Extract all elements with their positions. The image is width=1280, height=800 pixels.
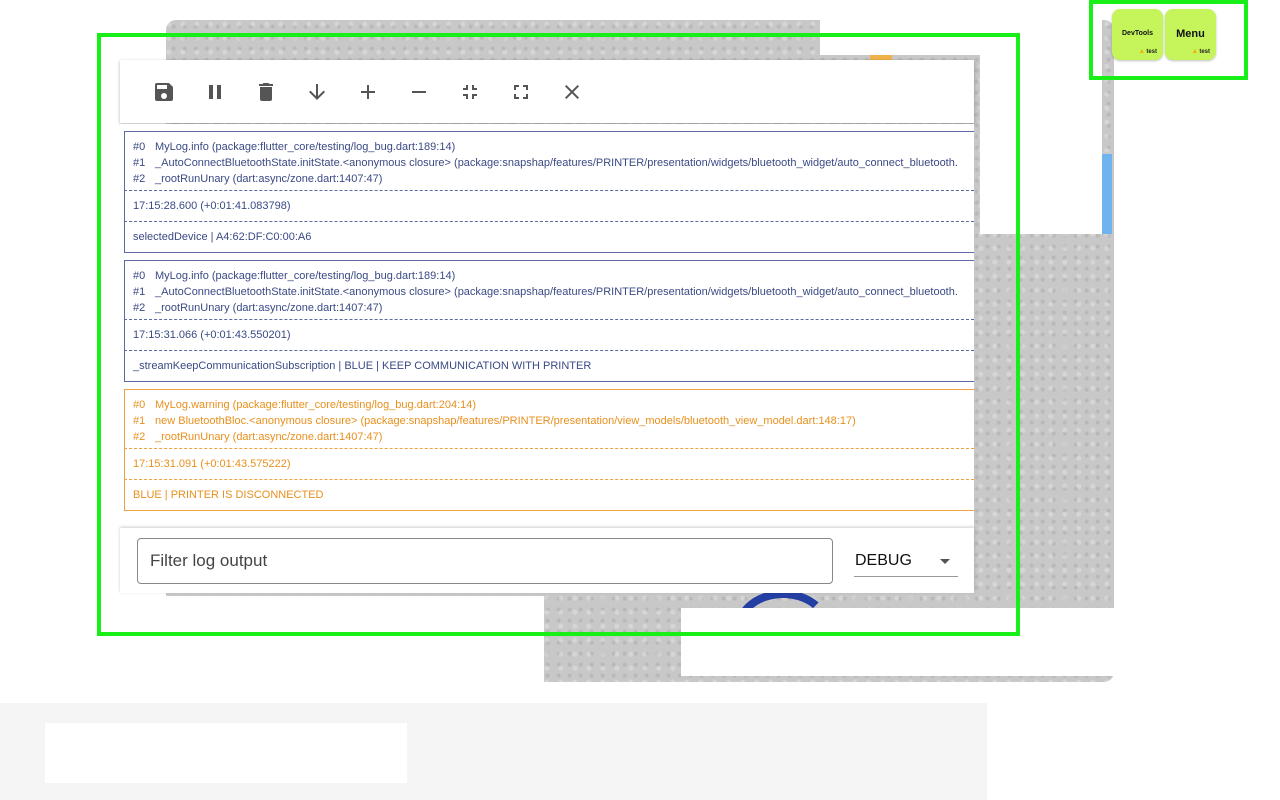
minus-icon: [412, 90, 426, 93]
collapse-icon: [463, 84, 477, 99]
stack-trace: #0 MyLog.info (package:flutter_core/testi…: [124, 261, 974, 319]
log-timestamp: 17:15:31.066 (+0:01:43.550201): [124, 320, 974, 350]
filter-input[interactable]: [137, 538, 833, 584]
log-level-dropdown[interactable]: DEBUG: [854, 548, 958, 577]
stack-index: #1: [133, 415, 146, 427]
background-panel: [980, 20, 1102, 234]
stack-line: #2 _rootRunUnary (dart:async/zone.dart:14…: [133, 429, 974, 445]
close-button[interactable]: [550, 72, 601, 112]
chevron-down-icon: [940, 559, 950, 564]
expand-button[interactable]: [499, 72, 550, 112]
delete-icon: [259, 82, 273, 101]
log-entry: #0 MyLog.info (package:flutter_core/testi…: [124, 131, 974, 253]
warning-icon: ▲: [1138, 48, 1146, 55]
warning-icon: ▲: [1191, 48, 1199, 55]
background-panel: [820, 20, 996, 55]
stack-trace: #0 MyLog.info (package:flutter_core/testi…: [124, 132, 974, 190]
bottom-card: [45, 723, 407, 783]
decrease-font-button[interactable]: [397, 72, 448, 112]
scroll-to-bottom-button[interactable]: [295, 72, 346, 112]
stack-trace: #0 MyLog.warning (package:flutter_core/te…: [124, 390, 974, 448]
plus-icon: [361, 84, 375, 99]
stack-text: _rootRunUnary (dart:async/zone.dart:1407…: [155, 302, 383, 314]
stack-line: #1 _AutoConnectBluetoothState.initState.<…: [133, 284, 974, 300]
divider: [124, 381, 974, 382]
log-entry: #0 MyLog.info (package:flutter_core/testi…: [124, 260, 974, 382]
log-message: selectedDevice | A4:62:DF:C0:00:A6: [124, 222, 974, 252]
devtools-button[interactable]: DevTools ▲test: [1112, 9, 1163, 60]
menu-badge-text: test: [1199, 49, 1210, 55]
stack-line: #2 _rootRunUnary (dart:async/zone.dart:14…: [133, 171, 974, 187]
logger-toolbar: [120, 60, 974, 123]
collapse-button[interactable]: [448, 72, 499, 112]
log-message: _streamKeepCommunicationSubscription | B…: [124, 351, 974, 381]
menu-button[interactable]: Menu ▲test: [1165, 9, 1216, 60]
stack-index: #1: [133, 157, 146, 169]
log-message: BLUE | PRINTER IS DISCONNECTED: [124, 480, 974, 510]
divider: [124, 252, 974, 253]
stack-line: #1 new BluetoothBloc.<anonymous closure> …: [133, 413, 974, 429]
pause-button[interactable]: [193, 72, 244, 112]
stack-line: #0 MyLog.info (package:flutter_core/testi…: [133, 139, 974, 155]
filter-bar: DEBUG: [120, 528, 974, 593]
devtools-badge-text: test: [1146, 49, 1157, 55]
stack-index: #2: [133, 173, 146, 185]
devtools-label: DevTools: [1122, 30, 1153, 37]
pause-icon: [209, 84, 221, 99]
delete-button[interactable]: [244, 72, 295, 112]
stack-index: #1: [133, 286, 146, 298]
stack-text: new BluetoothBloc.<anonymous closure> (p…: [155, 415, 856, 427]
stack-line: #1 _AutoConnectBluetoothState.initState.<…: [133, 155, 974, 171]
stack-line: #0 MyLog.info (package:flutter_core/testi…: [133, 268, 974, 284]
stack-index: #0: [133, 141, 146, 153]
save-icon: [155, 82, 173, 101]
background-panel: [681, 608, 1114, 676]
stack-line: #2 _rootRunUnary (dart:async/zone.dart:14…: [133, 300, 974, 316]
stack-index: #2: [133, 431, 146, 443]
close-icon: [565, 84, 579, 99]
arrow-down-icon: [309, 83, 325, 100]
menu-badge: ▲test: [1191, 48, 1210, 55]
log-output[interactable]: #0 MyLog.info (package:flutter_core/testi…: [120, 124, 974, 528]
divider: [124, 510, 974, 511]
stack-text: _AutoConnectBluetoothState.initState.<an…: [155, 286, 958, 298]
stack-text: _rootRunUnary (dart:async/zone.dart:1407…: [155, 431, 383, 443]
stack-text: MyLog.info (package:flutter_core/testing…: [155, 141, 456, 153]
background-panel: [166, 596, 544, 686]
log-timestamp: 17:15:28.600 (+0:01:41.083798): [124, 191, 974, 221]
stack-text: _AutoConnectBluetoothState.initState.<an…: [155, 157, 958, 169]
stack-line: #0 MyLog.warning (package:flutter_core/te…: [133, 397, 974, 413]
log-entry: #0 MyLog.warning (package:flutter_core/te…: [124, 389, 974, 511]
stack-text: _rootRunUnary (dart:async/zone.dart:1407…: [155, 173, 383, 185]
stack-index: #0: [133, 399, 146, 411]
stack-index: #0: [133, 270, 146, 282]
stack-index: #2: [133, 302, 146, 314]
stack-text: MyLog.info (package:flutter_core/testing…: [155, 270, 456, 282]
stack-text: MyLog.warning (package:flutter_core/test…: [155, 399, 477, 411]
log-timestamp: 17:15:31.091 (+0:01:43.575222): [124, 449, 974, 479]
log-level-value: DEBUG: [855, 552, 912, 569]
devtools-badge: ▲test: [1138, 48, 1157, 55]
menu-label: Menu: [1176, 28, 1205, 40]
expand-icon: [514, 84, 528, 99]
save-button[interactable]: [142, 72, 193, 112]
background-strip: [1102, 154, 1112, 234]
increase-font-button[interactable]: [346, 72, 397, 112]
